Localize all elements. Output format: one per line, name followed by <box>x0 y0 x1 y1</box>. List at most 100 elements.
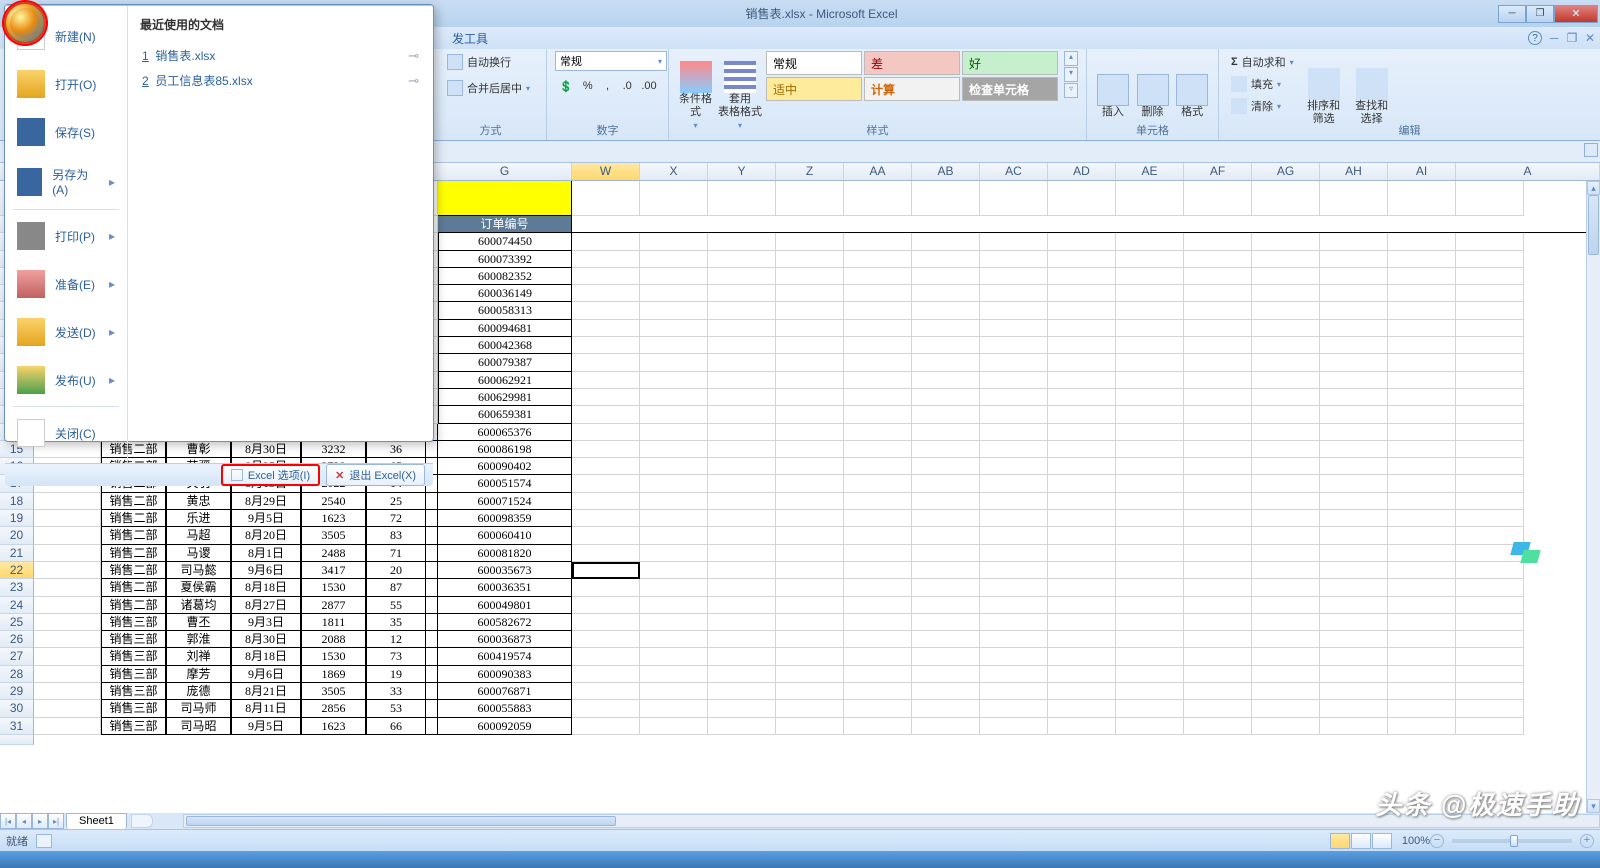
cell[interactable]: 600062921 <box>438 372 572 389</box>
cell[interactable]: 2088 <box>301 631 366 648</box>
style-normal[interactable]: 常规 <box>766 51 862 75</box>
colhdr-AG[interactable]: AG <box>1252 163 1320 180</box>
cell[interactable]: 3505 <box>301 683 366 700</box>
cell[interactable]: 2540 <box>301 493 366 510</box>
menu-saveas[interactable]: 另存为(A)▸ <box>5 156 127 207</box>
style-more[interactable]: ▿ <box>1064 83 1078 98</box>
ribbon-restore-icon[interactable]: ❐ <box>1566 31 1578 45</box>
zoom-knob[interactable] <box>1510 835 1518 847</box>
colhdr-W[interactable]: W <box>572 163 640 180</box>
close-button[interactable] <box>1554 5 1598 23</box>
hscroll-thumb[interactable] <box>186 816 616 826</box>
cell[interactable]: 销售二部 <box>101 527 166 544</box>
cell[interactable]: 600055883 <box>438 700 572 717</box>
colhdr-AF[interactable]: AF <box>1184 163 1252 180</box>
rowhead[interactable]: 22 <box>0 562 34 579</box>
cell[interactable]: 诸葛均 <box>166 597 231 614</box>
active-cell[interactable] <box>572 562 640 579</box>
cell[interactable]: 9月5日 <box>231 510 301 527</box>
recent-doc-2[interactable]: 2 员工信息表85.xlsx⊸ <box>140 68 421 93</box>
cell[interactable]: 2877 <box>301 597 366 614</box>
cell[interactable]: 8月29日 <box>231 493 301 510</box>
cell[interactable]: 600582672 <box>438 614 572 631</box>
cell[interactable]: 9月5日 <box>231 718 301 735</box>
rowhead[interactable]: 30 <box>0 700 34 717</box>
zoom-out[interactable]: − <box>1430 834 1444 848</box>
cell[interactable]: 司马昭 <box>166 718 231 735</box>
cell[interactable]: 83 <box>366 527 426 544</box>
sheet-tab-1[interactable]: Sheet1 <box>66 813 127 829</box>
cell[interactable]: 销售三部 <box>101 648 166 665</box>
view-pagebreak[interactable] <box>1372 833 1392 849</box>
cell[interactable]: 35 <box>366 614 426 631</box>
zoom-in[interactable]: + <box>1580 834 1594 848</box>
cell[interactable]: 600094681 <box>438 320 572 337</box>
ribbon-close-icon[interactable]: ✕ <box>1584 31 1596 45</box>
cell[interactable]: 600036149 <box>438 285 572 302</box>
autosum-button[interactable]: Σ自动求和▾ <box>1227 51 1298 73</box>
cell[interactable]: 600082352 <box>438 268 572 285</box>
cell[interactable]: 销售三部 <box>101 683 166 700</box>
cell[interactable]: 600036873 <box>438 631 572 648</box>
rowhead[interactable]: 25 <box>0 614 34 631</box>
vscroll-up[interactable]: ▴ <box>1587 181 1600 195</box>
cell[interactable]: 销售三部 <box>101 718 166 735</box>
cell[interactable]: 600629981 <box>438 389 572 406</box>
vscroll-thumb[interactable] <box>1588 195 1599 255</box>
colhdr-AE[interactable]: AE <box>1116 163 1184 180</box>
cell[interactable]: 19 <box>366 666 426 683</box>
cell[interactable]: 8月20日 <box>231 527 301 544</box>
exit-excel-button[interactable]: ✕退出 Excel(X) <box>326 464 425 486</box>
cell[interactable]: 33 <box>366 683 426 700</box>
style-scroll-up[interactable]: ▴ <box>1064 51 1078 66</box>
cell[interactable]: 1623 <box>301 510 366 527</box>
minimize-button[interactable]: ─ <box>1498 5 1526 23</box>
cell[interactable]: 600419574 <box>438 648 572 665</box>
rowhead[interactable]: 24 <box>0 597 34 614</box>
cell[interactable]: 销售三部 <box>101 631 166 648</box>
cell[interactable]: 1530 <box>301 648 366 665</box>
number-format-combo[interactable]: 常规▾ <box>555 51 667 71</box>
cell[interactable]: 销售二部 <box>101 562 166 579</box>
cell[interactable]: 25 <box>366 493 426 510</box>
rowhead[interactable]: 23 <box>0 579 34 596</box>
ribbon-minimize-icon[interactable]: ─ <box>1548 31 1560 45</box>
cell[interactable]: 600058313 <box>438 302 572 319</box>
order-header-cell[interactable]: 订单编号 <box>438 216 572 233</box>
style-good[interactable]: 好 <box>962 51 1058 75</box>
increase-decimal-button[interactable]: .0 <box>618 75 636 97</box>
sheet-nav[interactable]: |◂◂▸▸| <box>0 813 64 829</box>
cell[interactable]: 71 <box>366 545 426 562</box>
formula-bar-expand[interactable] <box>1584 143 1598 157</box>
rowhead[interactable]: 27 <box>0 648 34 665</box>
vscroll-down[interactable]: ▾ <box>1587 799 1600 813</box>
zoom-value[interactable]: 100% <box>1402 835 1430 847</box>
cell[interactable]: 8月11日 <box>231 700 301 717</box>
cell[interactable]: 53 <box>366 700 426 717</box>
cell[interactable]: 600659381 <box>438 406 572 423</box>
view-layout[interactable] <box>1351 833 1371 849</box>
cell[interactable]: 12 <box>366 631 426 648</box>
cell[interactable]: 9月6日 <box>231 562 301 579</box>
cell[interactable]: 600035673 <box>438 562 572 579</box>
colhdr-X[interactable]: X <box>640 163 708 180</box>
zoom-slider[interactable] <box>1452 839 1572 843</box>
cell[interactable]: 摩芳 <box>166 666 231 683</box>
colhdr-AI[interactable]: AI <box>1388 163 1456 180</box>
view-buttons[interactable] <box>1330 833 1392 849</box>
cell[interactable]: 600073392 <box>438 251 572 268</box>
cell[interactable]: 马超 <box>166 527 231 544</box>
cell[interactable]: 庞德 <box>166 683 231 700</box>
decrease-decimal-button[interactable]: .00 <box>638 75 660 97</box>
cell[interactable]: 1530 <box>301 579 366 596</box>
cell[interactable]: 1811 <box>301 614 366 631</box>
cell[interactable]: 2856 <box>301 700 366 717</box>
cell[interactable]: 司马师 <box>166 700 231 717</box>
cell[interactable]: 8月18日 <box>231 579 301 596</box>
cell[interactable]: 20 <box>366 562 426 579</box>
cell[interactable]: 马谡 <box>166 545 231 562</box>
cell[interactable]: 刘禅 <box>166 648 231 665</box>
cell[interactable]: 600074450 <box>438 233 572 250</box>
cell[interactable]: 600036351 <box>438 579 572 596</box>
pin-icon[interactable]: ⊸ <box>408 48 419 64</box>
